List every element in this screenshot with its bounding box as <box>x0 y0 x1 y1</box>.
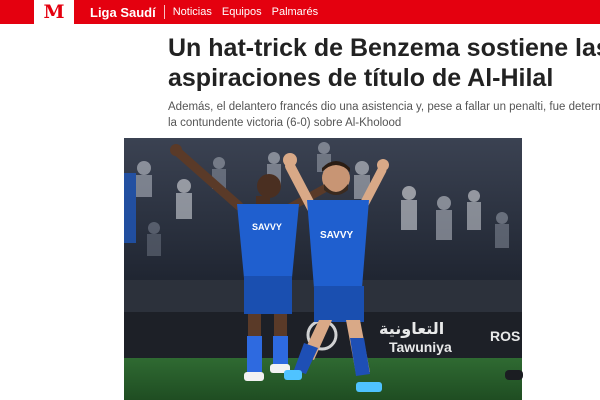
site-logo[interactable]: M <box>0 0 74 24</box>
nav-divider <box>163 5 165 19</box>
nav-item-palmares[interactable]: Palmarés <box>272 6 318 18</box>
pitch <box>124 358 522 400</box>
nav-item-noticias[interactable]: Noticias <box>173 6 212 18</box>
stadium-seats <box>124 173 136 243</box>
headline-line-2: aspiraciones de título de Al-Hilal <box>168 64 554 92</box>
ad-board-partial-text: ROS <box>490 328 520 344</box>
subtitle-line-2: la contundente victoria (6-0) sobre Al-K… <box>168 117 402 129</box>
logo-letter: M <box>43 0 65 23</box>
subtitle-line-1: Además, el delantero francés dio una asi… <box>168 101 600 113</box>
ad-board-brand-text: Tawuniya <box>389 339 452 355</box>
section-title-link[interactable]: Liga Saudí <box>90 5 156 20</box>
jersey-sponsor-left: SAVVY <box>252 222 282 232</box>
partial-player-figure <box>505 370 523 380</box>
nav-item-equipos[interactable]: Equipos <box>222 6 262 18</box>
ad-board-arabic-text: التعاونية <box>379 319 444 338</box>
article-subtitle: Además, el delantero francés dio una asi… <box>168 99 600 131</box>
logo-badge: M <box>34 0 74 24</box>
top-navigation-bar: M Liga Saudí Noticias Equipos Palmarés <box>0 0 600 24</box>
celebration-photo-illustration: التعاونية Tawuniya ROS SAVVY SAVVY <box>124 138 522 400</box>
jersey-sponsor-center: SAVVY <box>320 230 353 241</box>
article-headline: Un hat-trick de Benzema sostiene las asp… <box>168 33 600 93</box>
headline-line-1: Un hat-trick de Benzema sostiene las <box>168 34 600 62</box>
article-main-photo: التعاونية Tawuniya ROS SAVVY SAVVY <box>124 138 522 400</box>
